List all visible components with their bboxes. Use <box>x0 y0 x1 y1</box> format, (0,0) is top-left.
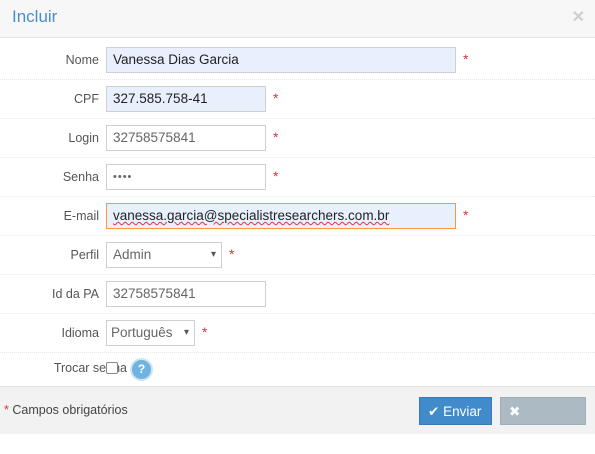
email-required-mark: * <box>463 207 469 223</box>
idioma-label: Idioma <box>61 326 99 340</box>
email-value: vanessa.garcia@specialistresearchers.com… <box>113 208 390 223</box>
row-cpf: CPF 327.585.758-41 * <box>0 80 595 119</box>
id-pa-label: Id da PA <box>51 287 99 301</box>
perfil-select[interactable]: Admin ▾ <box>106 242 222 268</box>
perfil-label: Perfil <box>70 248 99 262</box>
row-id-pa: Id da PA 32758575841 <box>0 275 595 314</box>
trocar-senha-checkbox[interactable] <box>106 362 118 374</box>
nome-input[interactable]: Vanessa Dias Garcia <box>106 47 456 73</box>
idioma-selected-value: Português <box>111 325 173 340</box>
dialog-title: Incluir <box>12 7 58 26</box>
senha-required-mark: * <box>273 168 279 184</box>
chevron-down-icon: ▾ <box>210 249 216 260</box>
row-idioma: Idioma Português ▾ * <box>0 314 595 353</box>
cancel-button[interactable]: ✖ Cancelar <box>500 397 586 447</box>
senha-label: Senha <box>62 170 99 184</box>
perfil-required-mark: * <box>229 246 235 262</box>
row-email: E-mail vanessa.garcia@specialistresearch… <box>0 197 595 236</box>
close-icon: ✖ <box>509 404 521 419</box>
idioma-select[interactable]: Português ▾ <box>106 320 195 346</box>
nome-required-mark: * <box>463 51 469 67</box>
send-button[interactable]: ✔ Enviar <box>419 397 492 425</box>
email-input[interactable]: vanessa.garcia@specialistresearchers.com… <box>106 203 456 229</box>
id-pa-input[interactable]: 32758575841 <box>106 281 266 307</box>
required-fields-note: * Campos obrigatórios <box>4 403 128 417</box>
close-icon[interactable]: ✕ <box>572 10 585 26</box>
cpf-required-mark: * <box>273 90 279 106</box>
row-senha: Senha •••• * <box>0 158 595 197</box>
required-star: * <box>4 403 9 417</box>
dialog-footer: * Campos obrigatórios ✔ Enviar ✖ Cancela… <box>0 386 595 447</box>
chevron-down-icon: ▾ <box>181 321 189 345</box>
help-icon[interactable]: ? <box>130 358 153 381</box>
cpf-input[interactable]: 327.585.758-41 <box>106 86 266 112</box>
send-label: Enviar <box>443 404 482 419</box>
email-label: E-mail <box>63 209 99 223</box>
login-label: Login <box>68 131 99 145</box>
idioma-required-mark: * <box>202 324 208 340</box>
check-icon: ✔ <box>428 404 440 419</box>
row-trocar-senha: Trocar senha ? <box>0 353 595 385</box>
perfil-selected-value: Admin <box>113 247 152 262</box>
row-perfil: Perfil Admin ▾ * <box>0 236 595 275</box>
cancel-label: Cancelar <box>509 432 564 447</box>
login-required-mark: * <box>273 129 279 145</box>
row-nome: Nome Vanessa Dias Garcia * <box>0 41 595 80</box>
nome-label: Nome <box>65 53 99 67</box>
dialog-header: Incluir ✕ <box>0 0 595 38</box>
cpf-label: CPF <box>74 92 99 106</box>
row-login: Login 32758575841 * <box>0 119 595 158</box>
include-dialog: Incluir ✕ Nome Vanessa Dias Garcia * CPF… <box>0 0 595 447</box>
required-note-text: Campos obrigatórios <box>12 403 128 417</box>
login-input[interactable]: 32758575841 <box>106 125 266 151</box>
password-input[interactable]: •••• <box>106 164 266 190</box>
